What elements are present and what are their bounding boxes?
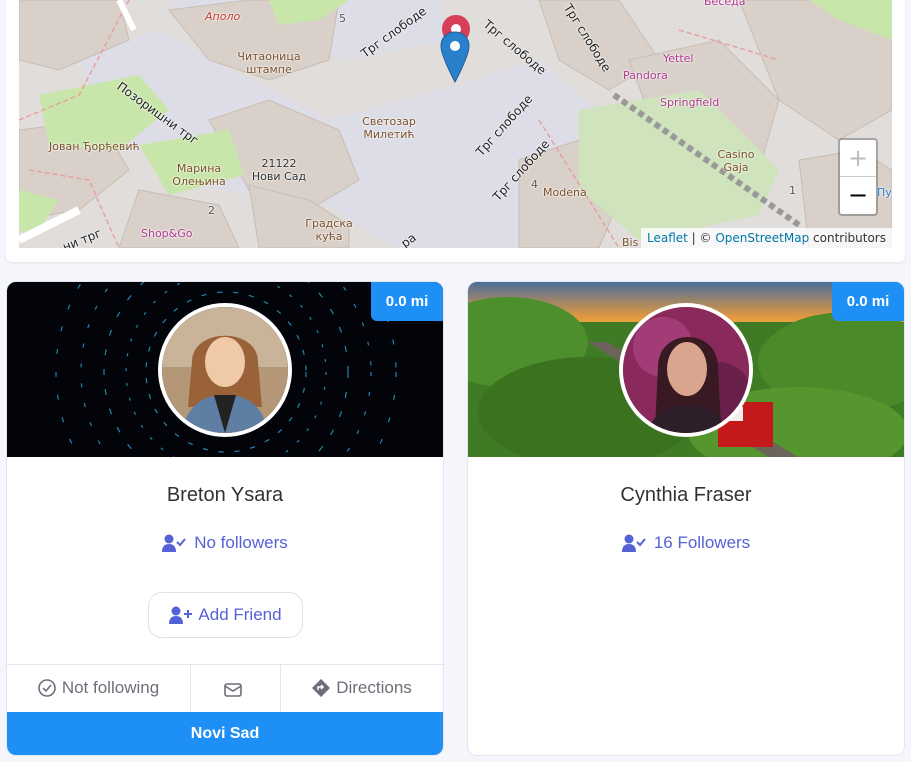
map-label: Јован Ђорђевић [49,140,140,153]
map-label: Shop&Go [141,227,193,240]
distance-badge: 0.0 mi [371,282,443,321]
add-friend-button[interactable]: Add Friend [148,592,303,638]
map-label: Градска кућа [305,217,353,243]
zoom-in-button[interactable]: + [840,140,876,177]
zoom-control: + − [838,138,878,216]
map-label: Pandora [623,69,668,82]
leaflet-link[interactable]: Leaflet [647,231,688,245]
message-button[interactable] [191,665,281,713]
user-plus-icon [169,606,193,624]
add-friend-label: Add Friend [198,605,282,624]
user-check-icon [621,534,646,552]
house-number: 4 [531,178,538,191]
action-bar: Not following Directions [7,664,443,713]
avatar[interactable] [158,303,292,437]
map-label: Читаоница штампе [237,50,301,76]
avatar-image [162,307,288,433]
osm-link[interactable]: OpenStreetMap [715,231,809,245]
zoom-out-button[interactable]: − [840,177,876,214]
map-label: Пу [877,186,892,199]
map-attribution: Leaflet | © OpenStreetMap contributors [641,228,892,248]
house-number: 5 [339,12,346,25]
profile-card: 0.0 mi Cynthia Fraser 16 Followers [467,281,905,756]
followers-link[interactable]: 16 Followers [468,533,904,553]
map-label: Modena [543,186,587,199]
directions-label: Directions [336,678,412,697]
avatar[interactable] [619,303,753,437]
city-footer: Novi Sad [7,712,443,755]
map-label: Yettel [663,52,694,65]
map-label: Светозар Милетић [362,115,416,141]
profile-name: Breton Ysara [166,484,284,506]
map-label: Аполо [205,10,241,23]
follow-status-button[interactable]: Not following [7,665,191,713]
map[interactable]: Аполо 5 4 2 1 Позоришни трг Трг слободе … [19,0,892,248]
followers-count: 16 Followers [653,533,751,552]
house-number: 2 [208,204,215,217]
check-circle-icon [38,679,56,697]
directions-button[interactable]: Directions [281,665,443,713]
map-label: Марина Олењина [172,162,226,188]
attribution-suffix: contributors [809,231,886,245]
map-tiles [19,0,892,248]
distance-badge: 0.0 mi [832,282,904,321]
avatar-image [623,307,749,433]
user-check-icon [162,534,186,552]
map-label: Bis [622,236,639,248]
house-number: 1 [789,184,796,197]
map-label: 21122 Нови Сад [251,157,307,183]
map-panel: Аполо 5 4 2 1 Позоришни трг Трг слободе … [6,0,905,262]
map-label: Беседа [704,0,746,8]
directions-icon [312,679,331,697]
map-label: Casino Gaja [717,148,755,174]
profile-name: Cynthia Fraser [620,484,752,506]
cover-image: 0.0 mi [7,282,443,457]
followers-count: No followers [194,533,288,552]
attribution-separator: | © [687,231,716,245]
followers-link[interactable]: No followers [7,533,443,553]
envelope-icon [223,683,242,697]
cover-image: 0.0 mi [468,282,904,457]
profile-card: 0.0 mi Breton Ysara No followers Add Fri… [6,281,444,756]
map-label: Springfield [660,96,720,109]
follow-status-label: Not following [61,678,160,697]
